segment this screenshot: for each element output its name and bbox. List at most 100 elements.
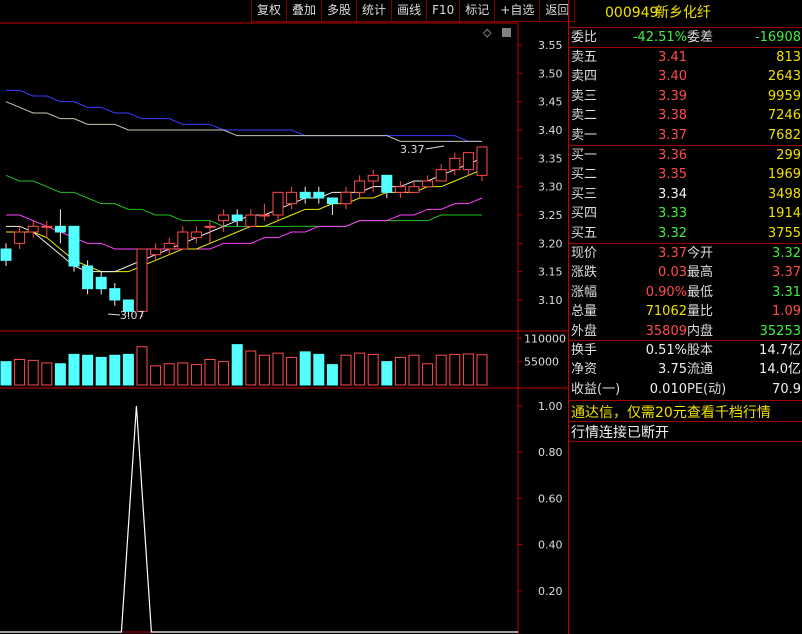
fin-row: 换手 0.51% 股本 14.7亿 — [569, 341, 802, 360]
candle-body — [394, 186, 406, 193]
field-value: 71062 — [645, 304, 687, 320]
candle-body — [163, 242, 175, 250]
weibi-label: 委比 — [571, 30, 598, 45]
ma-blue-line — [6, 89, 482, 142]
candle-body — [54, 225, 66, 233]
field-value: 70.9 — [772, 381, 801, 397]
weibi-row: 委比 -42.51% 委差 -16908 — [569, 28, 802, 47]
book-price: 3.35 — [658, 167, 687, 183]
candle-body — [258, 214, 270, 217]
ma-green-line — [5, 174, 482, 227]
diamond-icon[interactable]: ◇ — [483, 26, 492, 39]
price-tick-label: 3.50 — [538, 67, 563, 80]
volume-bar — [462, 353, 474, 386]
book-volume: 7682 — [767, 127, 801, 143]
candle-body — [177, 231, 189, 250]
volume-bar — [435, 354, 447, 386]
field-label: 股本 — [687, 343, 714, 358]
stock-code: 000949 — [605, 5, 659, 21]
toolbar-button-7[interactable]: +自选 — [494, 0, 541, 22]
quote-row: 外盘 35809 内盘 35253 — [569, 322, 802, 341]
candle-body — [449, 157, 461, 171]
volume-axis-ticks: 110000 55000 — [518, 332, 566, 369]
stock-name: 新乡化纤 — [655, 5, 711, 21]
book-price: 3.34 — [658, 186, 687, 202]
book-volume: 7246 — [767, 108, 801, 124]
indicator-axis-ticks: 1.00 0.80 0.60 0.40 0.20 — [518, 400, 563, 598]
low-annotation: 3.07 — [120, 309, 145, 322]
volume-bar — [313, 353, 325, 386]
ask-row: 卖一 3.37 7682 — [569, 126, 802, 145]
candle-body — [204, 225, 216, 228]
volume-bar — [408, 354, 420, 386]
fin-row: 净资 3.75 流通 14.0亿 — [569, 360, 802, 379]
field-label: 流通 — [687, 362, 714, 378]
field-value: 3.31 — [772, 284, 801, 300]
volume-bars — [0, 344, 488, 386]
candle-body — [435, 169, 447, 182]
price-tick-label: 3.40 — [538, 124, 563, 137]
field-value: 0.010 — [649, 381, 687, 397]
field-label: 最低 — [687, 284, 714, 300]
volume-bar — [54, 363, 66, 386]
candle-body — [218, 214, 230, 222]
book-volume: 3755 — [767, 225, 801, 241]
volume-bar — [27, 359, 39, 386]
volume-bar — [109, 354, 121, 386]
toolbar-button-5[interactable]: F10 — [426, 0, 461, 22]
book-volume: 2643 — [767, 69, 801, 85]
volume-bar — [150, 365, 162, 386]
quote-row: 现价 3.37 今开 3.32 — [569, 244, 802, 263]
kline-chart[interactable]: 3.55 3.50 3.45 3.40 3.35 3.30 3.25 3.20 3.15 3.10… — [0, 0, 568, 634]
toolbar-button-2[interactable]: 多股 — [321, 0, 358, 22]
volume-bar — [381, 361, 393, 386]
book-volume: 1969 — [767, 167, 801, 183]
toolbar-button-0[interactable]: 复权 — [251, 0, 288, 22]
field-value: 3.37 — [772, 265, 801, 281]
book-label: 卖三 — [571, 88, 598, 104]
connection-status: 行情连接已断开 — [571, 425, 669, 441]
volume-bar — [272, 352, 284, 386]
book-label: 买三 — [571, 186, 598, 202]
toolbar-button-6[interactable]: 标记 — [459, 0, 496, 22]
field-label: 涨幅 — [571, 284, 598, 300]
candle-body — [150, 248, 162, 256]
candle-body — [476, 146, 488, 176]
indicator-line — [0, 405, 518, 633]
candle-body — [381, 174, 393, 193]
low-arrow — [107, 313, 121, 316]
volume-bar — [354, 352, 366, 386]
candle-body — [408, 186, 420, 193]
volume-bar — [367, 353, 379, 386]
volume-bar — [204, 359, 216, 386]
field-label: 最高 — [687, 265, 714, 281]
field-value: 0.90% — [645, 284, 687, 300]
volume-bar — [340, 354, 352, 386]
candle-body — [27, 225, 39, 233]
candle-body — [422, 180, 434, 188]
quote-row: 涨跌 0.03 最高 3.37 — [569, 263, 802, 282]
field-value: 1.09 — [772, 304, 801, 320]
volume-bar — [41, 362, 53, 386]
toolbar-button-4[interactable]: 画线 — [391, 0, 428, 22]
field-label: PE(动) — [687, 381, 727, 397]
fin-row: 收益(一) 0.010 PE(动) 70.9 — [569, 380, 802, 399]
volume-bar — [422, 363, 434, 386]
high-arrow — [425, 145, 445, 150]
field-label: 总量 — [571, 304, 598, 320]
book-label: 买二 — [571, 167, 598, 183]
candle-body — [367, 174, 379, 182]
stock-header: 000949 新乡化纤 — [569, 4, 802, 24]
scroll-handle-icon[interactable] — [502, 28, 511, 37]
promo-text[interactable]: 通达信，仅需20元查看千档行情 — [571, 402, 771, 422]
volume-tick-label: 55000 — [524, 356, 559, 369]
candle-body — [326, 197, 338, 205]
indicator-tick-label: 1.00 — [538, 400, 563, 413]
toolbar-button-3[interactable]: 统计 — [356, 0, 393, 22]
field-label: 量比 — [687, 304, 714, 320]
bid-row: 买一 3.36 299 — [569, 146, 802, 165]
toolbar-button-1[interactable]: 叠加 — [286, 0, 323, 22]
candle-body — [136, 248, 148, 312]
price-tick-label: 3.25 — [538, 209, 563, 222]
volume-bar — [231, 344, 243, 386]
